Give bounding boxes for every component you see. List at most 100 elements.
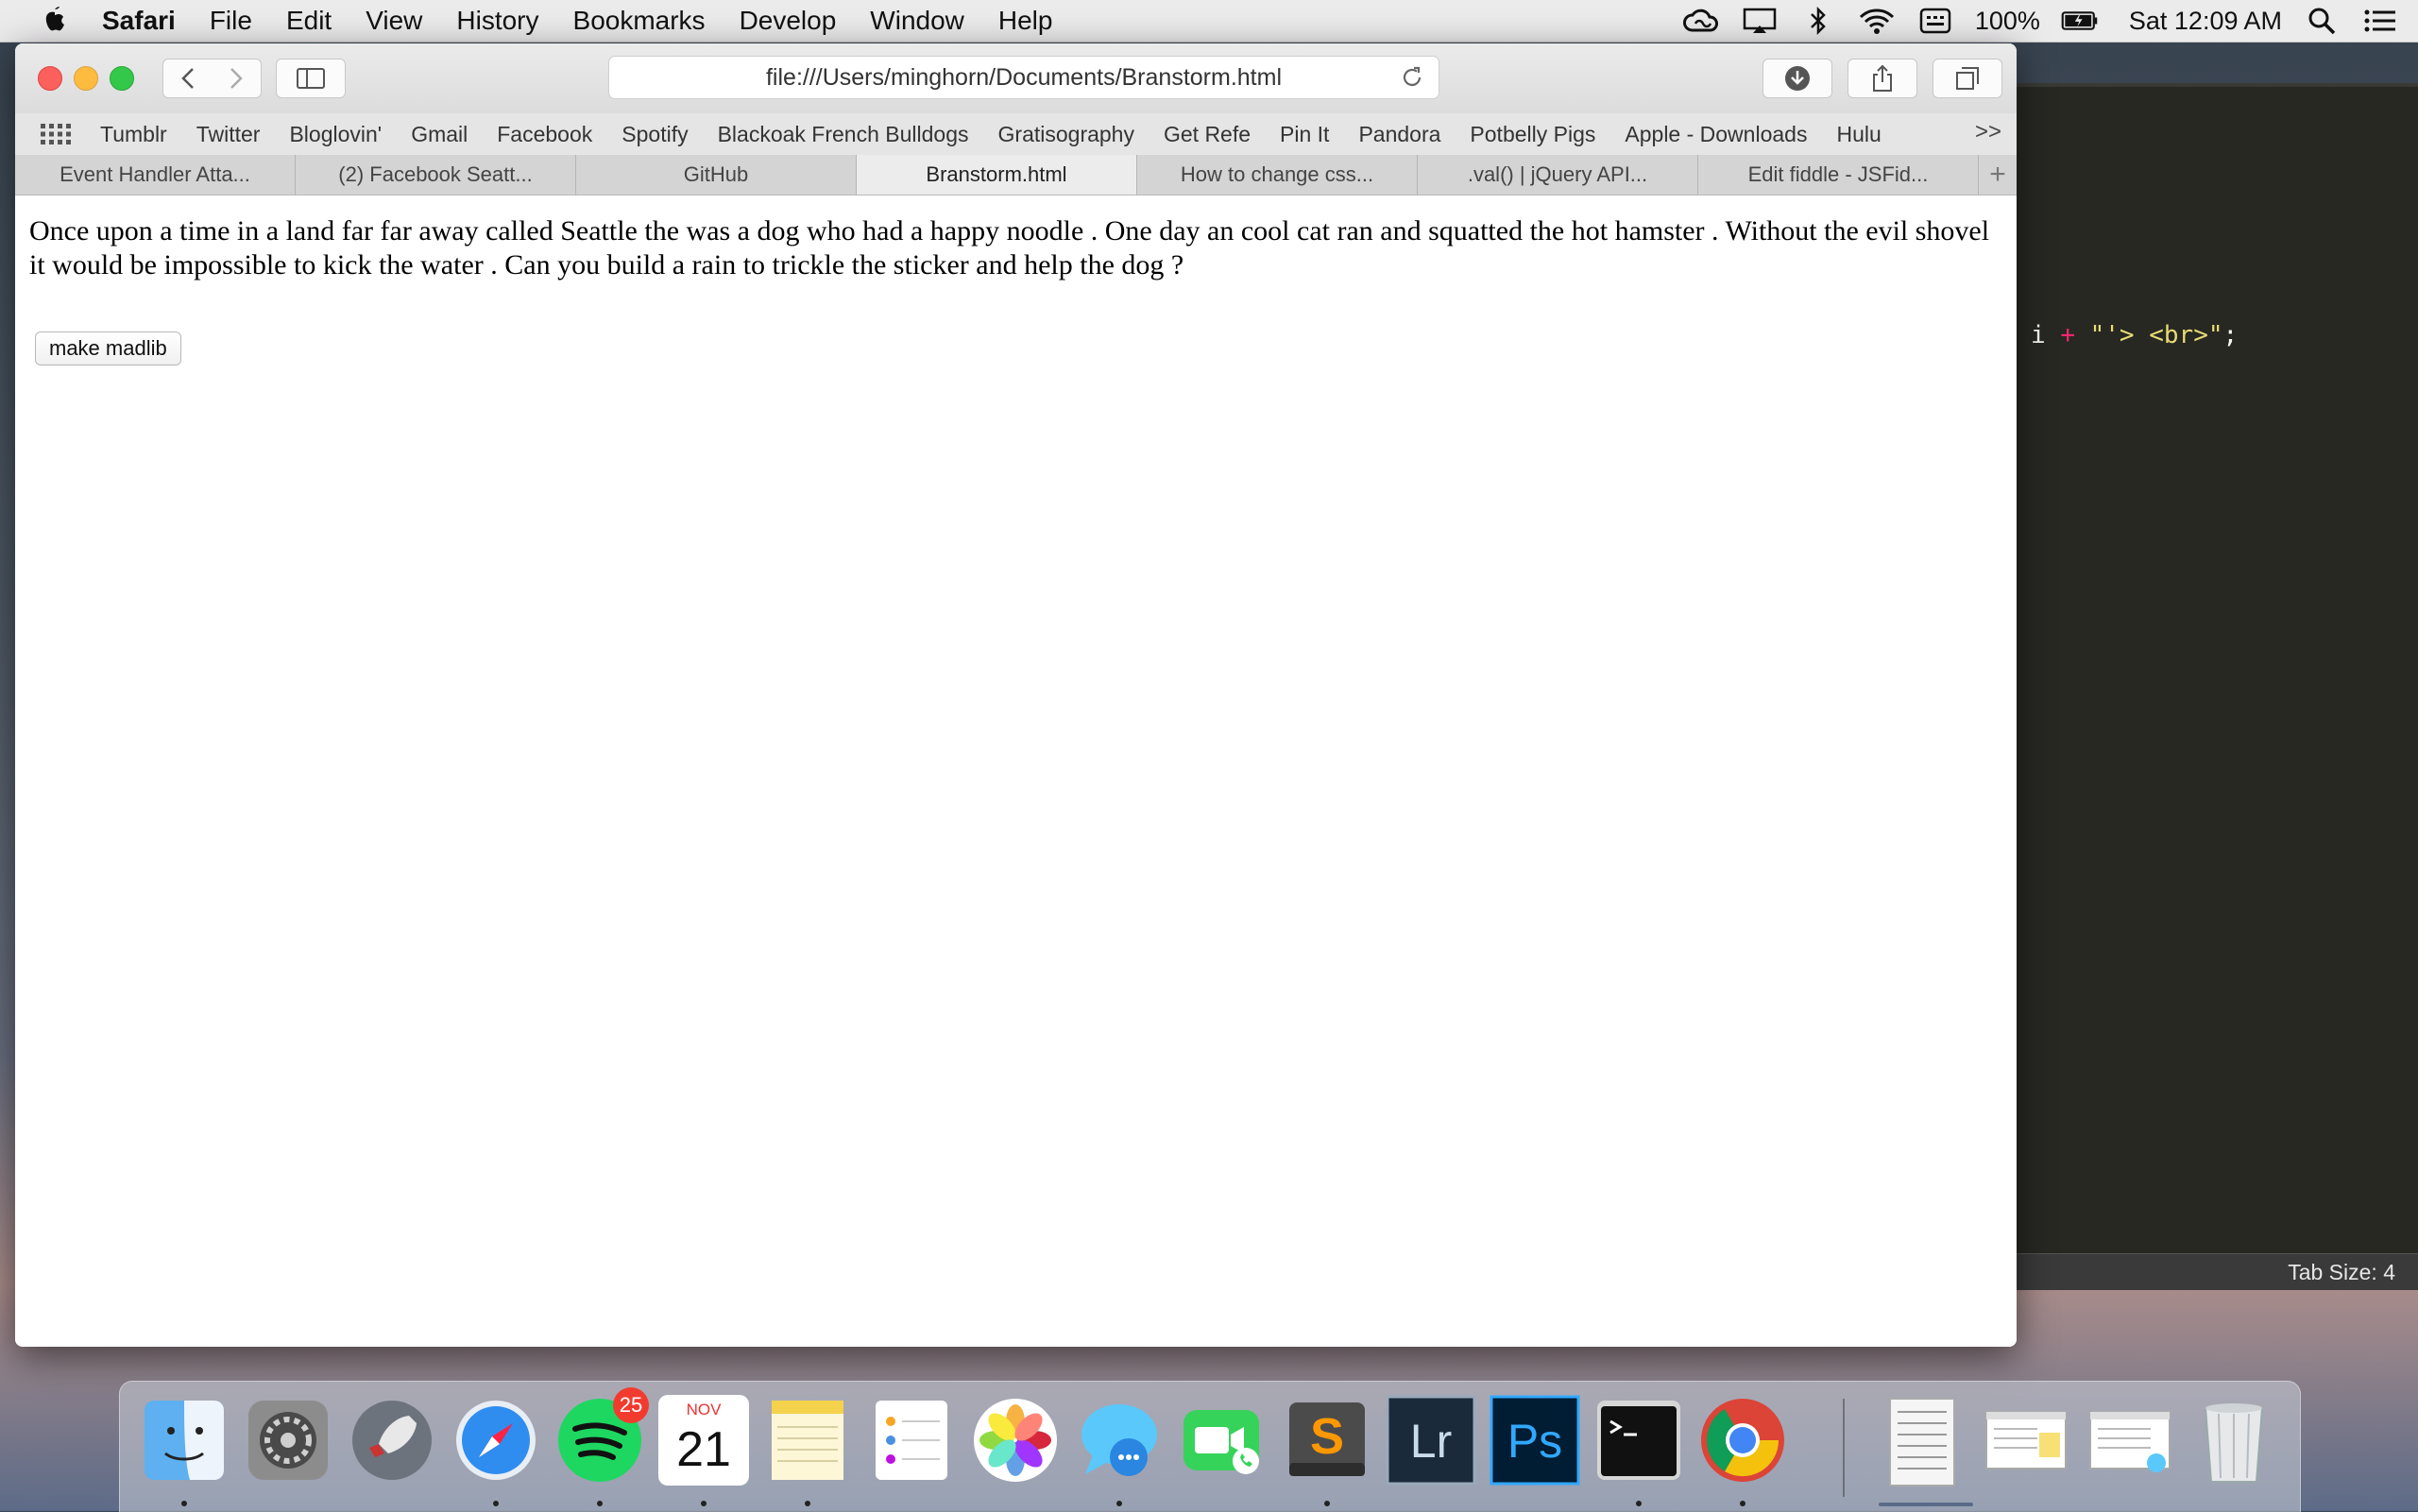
top-sites-grid-icon[interactable] [40, 123, 72, 145]
wifi-icon[interactable] [1858, 5, 1896, 37]
bluetooth-icon[interactable] [1799, 5, 1837, 37]
tab-size-indicator[interactable]: Tab Size: 4 [2288, 1260, 2395, 1285]
trash-icon [2204, 1403, 2264, 1483]
new-tab-button[interactable]: + [1979, 155, 2017, 195]
dock-finder[interactable] [139, 1395, 230, 1486]
dock-screenshot-stack-2[interactable] [2085, 1395, 2175, 1486]
close-button[interactable] [38, 66, 62, 91]
dock-photoshop[interactable]: Ps [1490, 1395, 1580, 1486]
dock-reminders[interactable] [866, 1395, 957, 1486]
stack-selection-indicator [1879, 1503, 1973, 1506]
dock-spotify[interactable]: 25 [554, 1387, 649, 1486]
share-icon [1873, 64, 1892, 92]
menu-file[interactable]: File [210, 6, 252, 36]
status-area: 100% Sat 12:09 AM [1682, 0, 2399, 42]
dock-messages[interactable] [1074, 1395, 1165, 1486]
menu-help[interactable]: Help [998, 6, 1053, 36]
tab-facebook[interactable]: (2) Facebook Seatt... [296, 155, 576, 195]
bookmark-facebook[interactable]: Facebook [497, 122, 592, 147]
make-madlib-button[interactable]: make madlib [35, 331, 181, 365]
dock-chrome[interactable] [1697, 1395, 1788, 1486]
dock-calendar[interactable]: NOV 21 [658, 1395, 749, 1486]
dock-screenshot-stack-1[interactable] [1981, 1395, 2071, 1486]
code-end: ; [2222, 321, 2239, 349]
airplay-icon[interactable] [1741, 5, 1779, 37]
bookmark-gmail[interactable]: Gmail [411, 122, 468, 147]
spotlight-search-icon[interactable] [2303, 5, 2341, 37]
bookmark-hulu[interactable]: Hulu [1836, 122, 1881, 147]
sidebar-toggle-button[interactable] [276, 59, 346, 98]
menu-bar: Safari File Edit View History Bookmarks … [0, 0, 2418, 42]
running-indicator [701, 1501, 707, 1506]
tab-change-css[interactable]: How to change css... [1137, 155, 1418, 195]
svg-text:Lr: Lr [1410, 1415, 1452, 1468]
finder-icon [145, 1401, 224, 1480]
dock-facetime[interactable] [1178, 1395, 1269, 1486]
dock-terminal[interactable] [1593, 1395, 1684, 1486]
tab-jsfiddle[interactable]: Edit fiddle - JSFid... [1698, 155, 1979, 195]
bookmark-potbelly-pigs[interactable]: Potbelly Pigs [1470, 122, 1595, 147]
dock-separator [1843, 1399, 1845, 1497]
running-indicator [493, 1501, 499, 1506]
photoshop-icon: Ps [1490, 1395, 1580, 1486]
bookmark-tumblr[interactable]: Tumblr [100, 122, 167, 147]
apple-menu-icon[interactable] [36, 2, 74, 40]
dock-launchpad[interactable] [347, 1395, 437, 1486]
dock-system-preferences[interactable] [243, 1395, 333, 1486]
menu-history[interactable]: History [456, 6, 538, 36]
reminders-icon [876, 1401, 947, 1480]
running-indicator [181, 1501, 187, 1506]
menu-bookmarks[interactable]: Bookmarks [573, 6, 706, 36]
tab-event-handler[interactable]: Event Handler Atta... [15, 155, 296, 195]
running-indicator [1740, 1501, 1745, 1506]
url-text[interactable]: file:///Users/minghorn/Documents/Bransto… [766, 64, 1282, 92]
bookmark-blackoak-french-bulldogs[interactable]: Blackoak French Bulldogs [718, 122, 969, 147]
dock-trash[interactable] [2188, 1395, 2279, 1486]
tab-branstorm[interactable]: Branstorm.html [857, 155, 1137, 195]
bookmark-gratisography[interactable]: Gratisography [998, 122, 1134, 147]
menu-safari[interactable]: Safari [102, 6, 176, 36]
address-bar[interactable]: file:///Users/minghorn/Documents/Bransto… [608, 56, 1439, 99]
creative-cloud-icon[interactable] [1682, 5, 1720, 37]
sublime-text-icon: S [1289, 1402, 1365, 1476]
minimize-button[interactable] [74, 66, 98, 91]
tab-github[interactable]: GitHub [576, 155, 857, 195]
reload-icon[interactable] [1397, 62, 1427, 93]
dock-photos[interactable] [970, 1395, 1061, 1486]
menu-window[interactable]: Window [870, 6, 964, 36]
menu-edit[interactable]: Edit [286, 6, 332, 36]
bookmark-bloglovin[interactable]: Bloglovin' [289, 122, 382, 147]
facetime-icon [1183, 1410, 1259, 1474]
zoom-button[interactable] [110, 66, 134, 91]
code-line[interactable]: i + "'> <br>"; [2031, 321, 2238, 349]
dock-sublime-text[interactable]: S [1282, 1395, 1372, 1486]
calendar-day: 21 [676, 1422, 731, 1477]
bookmark-pandora[interactable]: Pandora [1358, 122, 1440, 147]
sidebar-icon [297, 68, 325, 89]
show-all-tabs-button[interactable] [1933, 59, 2002, 98]
clock[interactable]: Sat 12:09 AM [2129, 7, 2282, 36]
tab-jquery-val[interactable]: .val() | jQuery API... [1418, 155, 1698, 195]
dock-notes[interactable] [762, 1395, 853, 1486]
keyboard-input-icon[interactable] [1916, 5, 1954, 37]
share-button[interactable] [1848, 59, 1917, 98]
notification-center-icon[interactable] [2361, 5, 2399, 37]
dock-safari[interactable] [451, 1395, 541, 1486]
bookmark-apple-downloads[interactable]: Apple - Downloads [1625, 122, 1807, 147]
menu-develop[interactable]: Develop [740, 6, 837, 36]
back-button[interactable] [162, 59, 213, 98]
bookmark-spotify[interactable]: Spotify [622, 122, 688, 147]
bookmark-pin-it[interactable]: Pin It [1280, 122, 1329, 147]
dock-documents-stack[interactable] [1877, 1395, 1967, 1487]
bookmarks-overflow-button[interactable]: >> [1975, 119, 2001, 145]
dock-lightroom[interactable]: Lr [1386, 1395, 1476, 1486]
safari-window: file:///Users/minghorn/Documents/Bransto… [15, 43, 2017, 1347]
battery-icon[interactable] [2061, 5, 2099, 37]
bookmark-twitter[interactable]: Twitter [196, 122, 261, 147]
bookmark-get-refe[interactable]: Get Refe [1164, 122, 1251, 147]
forward-button[interactable] [212, 59, 262, 98]
photos-icon [974, 1399, 1057, 1482]
battery-percent: 100% [1974, 6, 2040, 35]
menu-view[interactable]: View [366, 6, 422, 36]
downloads-button[interactable] [1762, 59, 1832, 98]
